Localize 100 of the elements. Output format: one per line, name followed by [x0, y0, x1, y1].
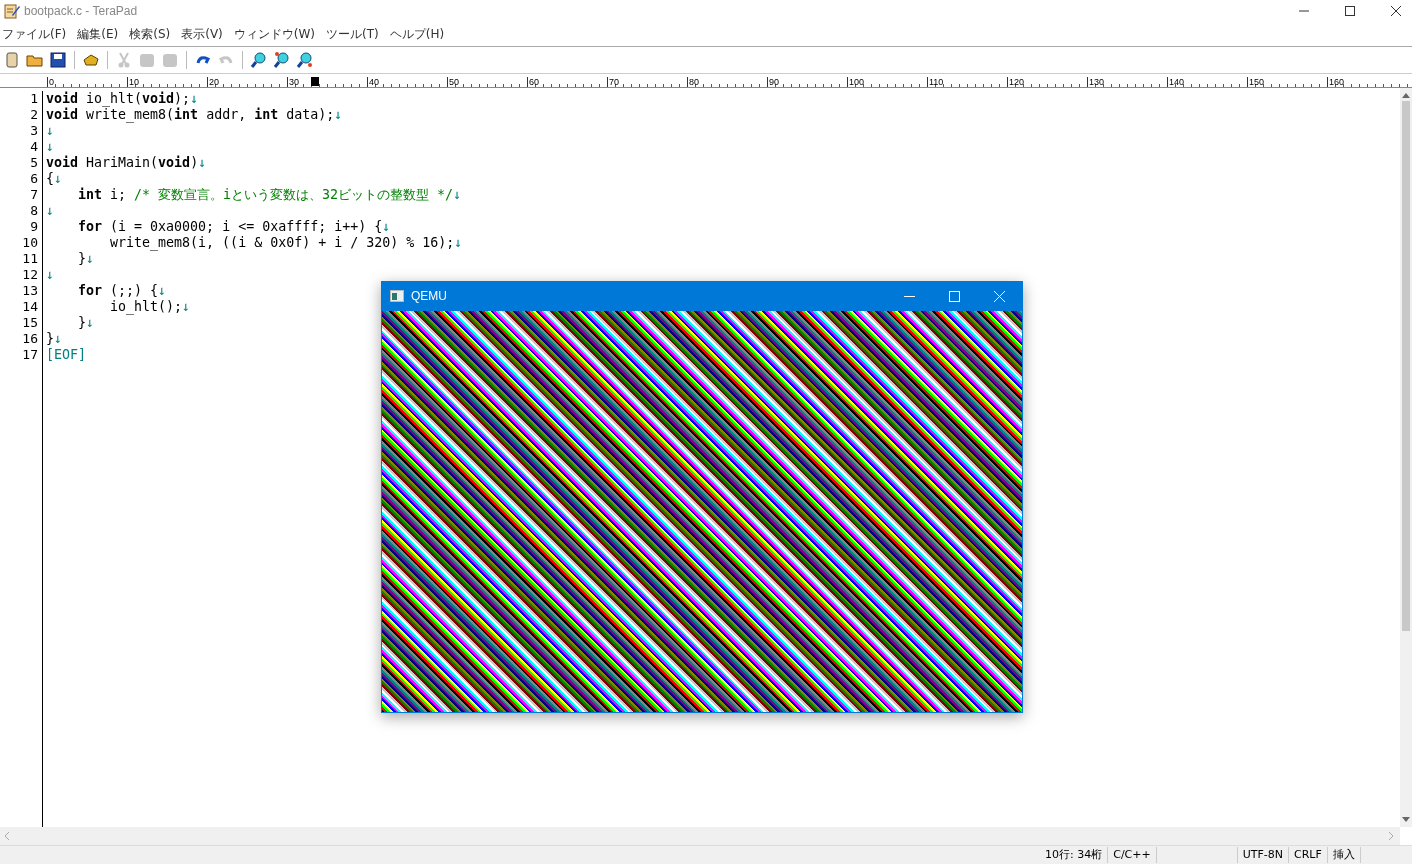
search-icon[interactable]: [296, 51, 314, 69]
menu-item[interactable]: 表示(V): [179, 25, 230, 43]
line-end-mark: ↓: [46, 123, 54, 139]
code-text: {: [46, 171, 54, 187]
ruler-label: 150: [1247, 77, 1327, 87]
code-text: i;: [109, 187, 128, 203]
code-keyword: int: [174, 107, 199, 123]
eof-mark: [EOF]: [46, 347, 87, 363]
code-text: ): [190, 155, 199, 171]
line-end-mark: ↓: [46, 267, 54, 283]
ruler-label: 60: [527, 77, 607, 87]
line-number: 12: [22, 267, 38, 283]
code-text: }: [46, 331, 54, 347]
code-text: write_mem8(: [85, 107, 175, 123]
line-number: 4: [30, 139, 38, 155]
scroll-up-icon[interactable]: [1402, 92, 1410, 98]
notepad-icon: [4, 3, 20, 19]
code-keyword: void: [46, 107, 79, 123]
status-field: 挿入: [1327, 847, 1361, 863]
app-window-icon: [390, 290, 404, 302]
ruler-label: 20: [207, 77, 287, 87]
ruler-label: 140: [1167, 77, 1247, 87]
line-end-mark: ↓: [46, 139, 54, 155]
line-end-mark: ↓: [158, 283, 167, 299]
line-end-mark: ↓: [54, 331, 63, 347]
ruler-label: 70: [607, 77, 687, 87]
code-keyword: void: [158, 155, 191, 171]
status-field: 10行: 34桁: [1040, 847, 1109, 863]
code-keyword: void: [46, 91, 79, 107]
code-comment: /* 変数宣言。iという変数は、32ビットの整数型 */: [134, 187, 454, 203]
scroll-down-icon[interactable]: [1402, 817, 1410, 823]
code-text: io_hlt(: [85, 91, 143, 107]
ruler-label: 10: [127, 77, 207, 87]
code-keyword: int: [77, 187, 103, 203]
line-number: 6: [30, 171, 38, 187]
ruler-label: 90: [767, 77, 847, 87]
line-end-mark: ↓: [453, 187, 462, 203]
code-text: write_mem8(i, ((i & 0x0f) + i / 320) % 16);: [109, 235, 455, 251]
line-number: 10: [22, 235, 38, 251]
line-number: 17: [22, 347, 38, 363]
line-end-mark: ↓: [190, 91, 199, 107]
line-end-mark: ↓: [86, 251, 95, 267]
code-text: }: [77, 251, 87, 267]
scroll-thumb[interactable]: [1402, 101, 1410, 631]
save-icon[interactable]: [49, 51, 67, 69]
window-title: QEMU: [411, 289, 447, 303]
search-icon[interactable]: [273, 51, 291, 69]
cursor-marker-icon: [311, 77, 319, 86]
menu-item[interactable]: ウィンドウ(W): [231, 25, 322, 43]
ruler-label: 160: [1327, 77, 1407, 87]
close-icon[interactable]: [1390, 5, 1402, 17]
line-end-mark: ↓: [382, 219, 391, 235]
code-keyword: for: [77, 283, 103, 299]
line-number: 11: [22, 251, 38, 267]
code-text: (i = 0xa0000; i <= 0xaffff; i++) {: [109, 219, 383, 235]
code-keyword: int: [254, 107, 279, 123]
code-keyword: void: [142, 91, 175, 106]
window-title: bootpack.c - TeraPad: [24, 4, 138, 18]
code-text: data);: [285, 107, 335, 123]
line-number: 15: [22, 315, 38, 331]
status-field: UTF-8N: [1237, 847, 1289, 863]
line-number: 16: [22, 331, 38, 347]
ruler-label: 100: [847, 77, 927, 87]
status-field: C/C++: [1108, 847, 1157, 863]
code-text: (;;) {: [109, 283, 159, 299]
ruler-label: 50: [447, 77, 527, 87]
menu-item[interactable]: ファイル(F): [0, 25, 74, 43]
code-text: HariMain(: [85, 155, 159, 171]
menu-item[interactable]: ツール(T): [324, 25, 386, 43]
maximize-icon[interactable]: [1344, 5, 1356, 17]
code-text: io_hlt();: [109, 299, 183, 315]
line-end-mark: ↓: [454, 235, 463, 251]
status-field: CRLF: [1289, 847, 1328, 863]
search-icon[interactable]: [250, 51, 268, 69]
ruler-label: 40: [367, 77, 447, 87]
line-number: 2: [30, 107, 38, 123]
line-end-mark: ↓: [198, 155, 207, 171]
ruler-label: 130: [1087, 77, 1167, 87]
menu-item[interactable]: ヘルプ(H): [387, 25, 452, 43]
vertical-scrollbar[interactable]: [1400, 88, 1412, 827]
menu-item[interactable]: 編集(E): [75, 25, 126, 43]
ruler-label: 120: [1007, 77, 1087, 87]
line-number: 14: [22, 299, 38, 315]
line-end-mark: ↓: [46, 203, 54, 219]
ruler-label: 0: [47, 77, 127, 87]
ruler-label: 110: [927, 77, 1007, 87]
ruler-label: 80: [687, 77, 767, 87]
code-text: addr,: [205, 107, 248, 123]
line-number: 3: [30, 123, 38, 139]
line-end-mark: ↓: [182, 299, 191, 315]
line-number: 5: [30, 155, 38, 171]
menu-item[interactable]: 検索(S): [127, 25, 178, 43]
line-number: 9: [30, 219, 38, 235]
line-end-mark: ↓: [54, 171, 63, 187]
line-number: 8: [30, 203, 38, 219]
code-text: );: [174, 91, 191, 107]
new-file-icon[interactable]: [3, 51, 21, 69]
line-end-mark: ↓: [334, 107, 343, 123]
line-number: 7: [30, 187, 38, 203]
code-keyword: void: [46, 155, 79, 171]
